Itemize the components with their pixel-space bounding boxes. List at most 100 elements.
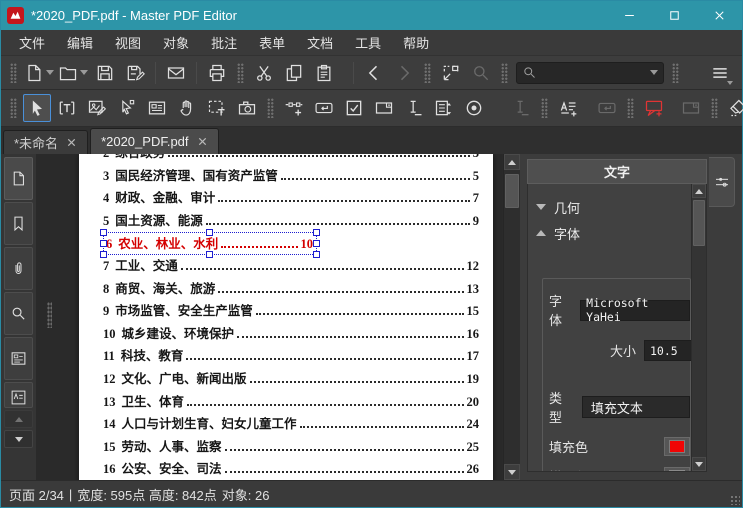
email-button[interactable] xyxy=(162,59,190,87)
document-view[interactable]: 2综合政务3 3国民经济管理、国有资产监管5 4财政、金融、审计7 5国土资源、… xyxy=(37,154,520,480)
back-button[interactable] xyxy=(360,59,388,87)
selection-handle[interactable] xyxy=(313,251,320,259)
text-cursor-tool-button[interactable] xyxy=(400,94,428,122)
open-file-dropdown-icon[interactable] xyxy=(80,70,88,75)
edit-text-tool-button[interactable] xyxy=(53,94,81,122)
selection-handle[interactable] xyxy=(100,229,107,237)
toolbar-drag-handle[interactable] xyxy=(267,98,274,118)
toc-row[interactable]: 15 劳动、人事、监察 25 xyxy=(103,436,479,459)
panel-scroll-down-button[interactable] xyxy=(692,457,706,471)
selection-handle[interactable] xyxy=(100,251,107,259)
toolbar-drag-handle[interactable] xyxy=(237,62,244,83)
toolbar-drag-handle[interactable] xyxy=(672,62,679,83)
toc-row[interactable]: 14 人口与计划生育、妇女儿童工作 24 xyxy=(103,413,479,436)
minimize-button[interactable] xyxy=(607,1,652,30)
new-document-button[interactable] xyxy=(23,59,55,87)
tab-close-icon[interactable] xyxy=(197,136,208,147)
toolbar-drag-handle[interactable] xyxy=(10,62,17,83)
menu-file[interactable]: 文件 xyxy=(9,30,55,55)
toc-row-selected[interactable]: 6 农业、林业、水利 10 xyxy=(100,229,479,259)
toc-row[interactable]: 12 文化、广电、新闻出版 19 xyxy=(103,368,479,391)
toolbar-drag-handle[interactable] xyxy=(424,62,431,83)
toolbar-drag-handle[interactable] xyxy=(541,98,548,118)
bookmarks-panel-button[interactable] xyxy=(4,202,33,245)
toolbar-drag-handle[interactable] xyxy=(501,62,508,83)
search-box[interactable] xyxy=(516,61,664,84)
panel-scroll-up-button[interactable] xyxy=(692,184,706,198)
forward-button[interactable] xyxy=(390,59,418,87)
toc-row[interactable]: 10 城乡建设、环境保护 16 xyxy=(103,323,479,346)
toc-row[interactable]: 11 科技、教育 17 xyxy=(103,345,479,368)
menu-document[interactable]: 文档 xyxy=(297,30,343,55)
search-input[interactable] xyxy=(537,65,648,80)
hand-tool-button[interactable] xyxy=(173,94,201,122)
text-field-tool-button[interactable] xyxy=(280,94,308,122)
print-button[interactable] xyxy=(203,59,231,87)
radio-button-tool-button[interactable] xyxy=(460,94,488,122)
toc-row[interactable]: 5 国土资源、能源 9 xyxy=(103,210,479,233)
paste-button[interactable] xyxy=(310,59,338,87)
toc-row[interactable]: 13 卫生、体育 20 xyxy=(103,391,479,414)
save-button[interactable] xyxy=(91,59,119,87)
sidebar-scroll-up-button[interactable] xyxy=(4,410,33,428)
close-button[interactable] xyxy=(697,1,742,30)
selection-handle[interactable] xyxy=(313,229,320,237)
select-tool-button[interactable] xyxy=(23,94,51,122)
menu-view[interactable]: 视图 xyxy=(105,30,151,55)
title-bar[interactable]: *2020_PDF.pdf - Master PDF Editor xyxy=(1,1,742,30)
selection-handle[interactable] xyxy=(206,229,213,237)
font-name-input[interactable]: Microsoft YaHei xyxy=(580,296,690,324)
scroll-track[interactable] xyxy=(504,170,520,464)
toc-row[interactable]: 9 市场监管、安全生产监管 15 xyxy=(103,300,479,323)
push-button-tool-button[interactable] xyxy=(310,94,338,122)
fill-color-button[interactable] xyxy=(664,437,690,456)
toolbar-drag-handle[interactable] xyxy=(10,98,17,118)
toc-row[interactable]: 16 公安、安全、司法 26 xyxy=(103,458,479,480)
pdf-page[interactable]: 2综合政务3 3国民经济管理、国有资产监管5 4财政、金融、审计7 5国土资源、… xyxy=(79,154,493,480)
select-text-tool-button[interactable] xyxy=(203,94,231,122)
font-size-input[interactable]: 10.5 xyxy=(644,340,691,361)
zoom-tool-button[interactable] xyxy=(467,59,495,87)
selection-handle[interactable] xyxy=(313,239,320,247)
add-callout-annotation-button[interactable] xyxy=(640,94,668,122)
toolbar-drag-handle[interactable] xyxy=(627,98,634,118)
document-scrollbar[interactable] xyxy=(503,154,520,480)
combobox-tool-button[interactable] xyxy=(370,94,398,122)
open-file-button[interactable] xyxy=(57,59,89,87)
scroll-up-button[interactable] xyxy=(504,154,520,170)
menu-object[interactable]: 对象 xyxy=(153,30,199,55)
add-text-annotation-button[interactable] xyxy=(554,94,582,122)
form-fields-panel-button[interactable] xyxy=(4,337,33,380)
search-dropdown-icon[interactable] xyxy=(650,70,658,75)
toc-row[interactable]: 8 商贸、海关、旅游 13 xyxy=(103,278,479,301)
snapshot-tool-button[interactable] xyxy=(233,94,261,122)
panel-scroll-thumb[interactable] xyxy=(693,200,705,246)
geometry-section-header[interactable]: 几何 xyxy=(536,194,691,220)
scroll-thumb[interactable] xyxy=(505,174,519,208)
menu-annotation[interactable]: 批注 xyxy=(201,30,247,55)
panel-scrollbar[interactable] xyxy=(691,184,706,471)
copy-button[interactable] xyxy=(280,59,308,87)
menu-edit[interactable]: 编辑 xyxy=(57,30,103,55)
listbox-tool-button[interactable] xyxy=(430,94,458,122)
toc-row[interactable]: 7 工业、交通 12 xyxy=(103,255,479,278)
toc-row[interactable]: 3 国民经济管理、国有资产监管 5 xyxy=(103,165,479,188)
checkbox-tool-button[interactable] xyxy=(340,94,368,122)
tab-untitled[interactable]: *未命名 xyxy=(3,130,89,154)
scroll-down-button[interactable] xyxy=(504,464,520,480)
toc-row[interactable]: 2综合政务3 xyxy=(103,154,479,165)
pages-panel-button[interactable] xyxy=(4,157,33,200)
search-panel-button[interactable] xyxy=(4,292,33,335)
text-type-dropdown[interactable]: 填充文本 xyxy=(581,396,690,418)
edit-image-tool-button[interactable] xyxy=(83,94,111,122)
fit-page-button[interactable] xyxy=(437,59,465,87)
properties-tab-button[interactable] xyxy=(709,157,735,207)
toolbar-drag-handle[interactable] xyxy=(711,98,718,118)
edit-path-tool-button[interactable] xyxy=(113,94,141,122)
selected-text-object[interactable]: 6 农业、林业、水利 10 xyxy=(100,229,320,259)
highlighter-tool-button[interactable] xyxy=(724,94,743,122)
menu-forms[interactable]: 表单 xyxy=(249,30,295,55)
panel-scroll-track[interactable] xyxy=(692,198,706,457)
cut-button[interactable] xyxy=(250,59,278,87)
menu-help[interactable]: 帮助 xyxy=(393,30,439,55)
